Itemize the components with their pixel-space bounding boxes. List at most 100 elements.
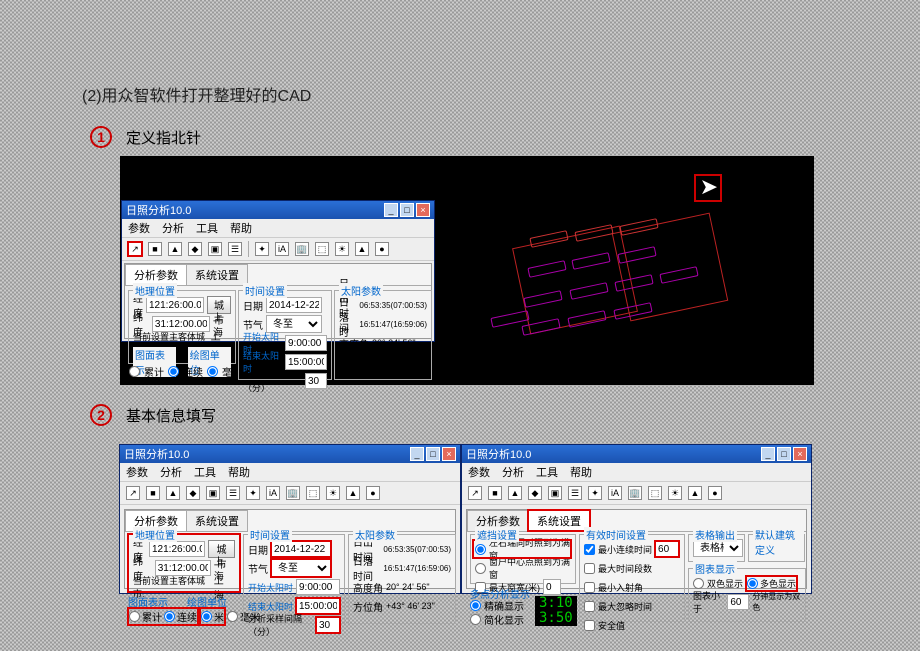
chk-minangle[interactable] (584, 582, 595, 593)
lon-input[interactable] (146, 297, 204, 313)
menu-help[interactable]: 帮助 (228, 464, 250, 480)
minimize-button[interactable]: _ (761, 447, 775, 461)
tool-icon[interactable]: ☰ (228, 242, 242, 256)
tool-icon[interactable]: ▲ (166, 486, 180, 500)
tool-icon[interactable]: ▣ (206, 486, 220, 500)
tool-icon[interactable]: iA (608, 486, 622, 500)
chk-mincont[interactable] (584, 544, 595, 555)
tool-icon[interactable]: ▣ (208, 242, 222, 256)
date-input[interactable] (266, 297, 322, 313)
tab-system[interactable]: 系统设置 (186, 264, 248, 285)
titlebar-1[interactable]: 日照分析10.0 _ □ × (122, 201, 434, 219)
tool-icon[interactable]: ■ (146, 486, 160, 500)
menu-tools[interactable]: 工具 (194, 464, 216, 480)
maximize-button[interactable]: □ (426, 447, 440, 461)
tool-icon[interactable]: ◆ (186, 486, 200, 500)
radio-shade2[interactable] (475, 563, 486, 574)
menu-analysis[interactable]: 分析 (160, 464, 182, 480)
tool-icon[interactable]: ● (366, 486, 380, 500)
start-input[interactable] (296, 579, 340, 595)
radio-precise[interactable] (470, 600, 481, 611)
menu-params[interactable]: 参数 (126, 464, 148, 480)
tab-system[interactable]: 系统设置 (528, 510, 590, 531)
threshold-input[interactable] (727, 594, 749, 610)
close-button[interactable]: × (416, 203, 430, 217)
radio-shade1[interactable] (475, 544, 486, 555)
radio-meter[interactable] (201, 611, 212, 622)
menu-help[interactable]: 帮助 (570, 464, 592, 480)
titlebar-3[interactable]: 日照分析10.0 _ □ × (462, 445, 811, 463)
tool-icon[interactable]: ▲ (688, 486, 702, 500)
tab-system[interactable]: 系统设置 (186, 510, 248, 531)
radio-dual[interactable] (693, 578, 704, 589)
radio-cumulative[interactable] (129, 366, 140, 377)
tool-icon[interactable]: ◆ (188, 242, 202, 256)
tool-icon[interactable]: ● (708, 486, 722, 500)
menu-analysis[interactable]: 分析 (162, 220, 184, 236)
close-button[interactable]: × (442, 447, 456, 461)
sunlight-dialog-3: 日照分析10.0 _ □ × 参数 分析 工具 帮助 ↗ ■ ▲ ◆ ▣ ☰ ✦… (461, 444, 812, 594)
menu-help[interactable]: 帮助 (230, 220, 252, 236)
sunlight-dialog-2: 日照分析10.0 _ □ × 参数 分析 工具 帮助 ↗ ■ ▲ ◆ ▣ ☰ ✦… (119, 444, 461, 594)
tab-analysis[interactable]: 分析参数 (125, 264, 187, 285)
tool-icon[interactable]: ⬚ (648, 486, 662, 500)
radio-continuous[interactable] (168, 366, 179, 377)
minimize-button[interactable]: _ (384, 203, 398, 217)
menu-params[interactable]: 参数 (128, 220, 150, 236)
tool-icon[interactable]: ▲ (508, 486, 522, 500)
tool-icon[interactable]: ✦ (588, 486, 602, 500)
doc-caption: (2)用众智软件打开整理好的CAD (82, 82, 311, 106)
lon-input[interactable] (149, 541, 205, 557)
tool-icon[interactable]: ▣ (548, 486, 562, 500)
radio-mm[interactable] (207, 366, 218, 377)
tool-icon[interactable]: 🏢 (286, 486, 300, 500)
tool-icon[interactable]: ✦ (255, 242, 269, 256)
tool-icon[interactable]: ✦ (246, 486, 260, 500)
tool-icon[interactable]: ⬚ (315, 242, 329, 256)
menu-params[interactable]: 参数 (468, 464, 490, 480)
tool-icon[interactable]: ☀ (326, 486, 340, 500)
tool-icon[interactable]: ↗ (468, 486, 482, 500)
chk-safe[interactable] (584, 620, 595, 631)
titlebar-2[interactable]: 日照分析10.0 _ □ × (120, 445, 460, 463)
tool-icon[interactable]: 🏢 (295, 242, 309, 256)
start-input[interactable] (285, 335, 327, 351)
tool-icon[interactable]: ■ (488, 486, 502, 500)
tool-icon[interactable]: ⬚ (306, 486, 320, 500)
date-input[interactable] (271, 541, 331, 557)
interval-input[interactable] (316, 617, 340, 633)
tool-icon[interactable]: ☀ (335, 242, 349, 256)
tool-icon[interactable]: ↗ (126, 486, 140, 500)
tool-icon[interactable]: iA (275, 242, 289, 256)
interval-input[interactable] (305, 373, 327, 389)
tool-icon[interactable]: ☀ (668, 486, 682, 500)
tool-icon[interactable]: iA (266, 486, 280, 500)
group-time: 时间设置 (243, 283, 287, 298)
tool-icon[interactable]: ▲ (355, 242, 369, 256)
tool-icon[interactable]: ☰ (226, 486, 240, 500)
close-button[interactable]: × (793, 447, 807, 461)
tool-icon[interactable]: 🏢 (628, 486, 642, 500)
radio-cumulative[interactable] (129, 611, 140, 622)
tool-icon[interactable]: ◆ (528, 486, 542, 500)
menu-tools[interactable]: 工具 (536, 464, 558, 480)
radio-simple[interactable] (470, 614, 481, 625)
chk-maxignore[interactable] (584, 601, 595, 612)
term-select[interactable]: 冬至 (271, 559, 331, 577)
chk-maxseg[interactable] (584, 563, 595, 574)
tool-icon[interactable]: ■ (148, 242, 162, 256)
maximize-button[interactable]: □ (400, 203, 414, 217)
menu-tools[interactable]: 工具 (196, 220, 218, 236)
minimize-button[interactable]: _ (410, 447, 424, 461)
tool-icon[interactable]: ▲ (346, 486, 360, 500)
mincont-input[interactable] (655, 541, 679, 557)
radio-multi[interactable] (747, 578, 758, 589)
tool-icon[interactable]: ● (375, 242, 389, 256)
radio-continuous[interactable] (164, 611, 175, 622)
maximize-button[interactable]: □ (777, 447, 791, 461)
menu-analysis[interactable]: 分析 (502, 464, 524, 480)
tool-icon[interactable]: ☰ (568, 486, 582, 500)
tool-icon[interactable]: ▲ (168, 242, 182, 256)
compass-tool-icon[interactable]: ↗ (128, 242, 142, 256)
radio-mm[interactable] (227, 611, 238, 622)
